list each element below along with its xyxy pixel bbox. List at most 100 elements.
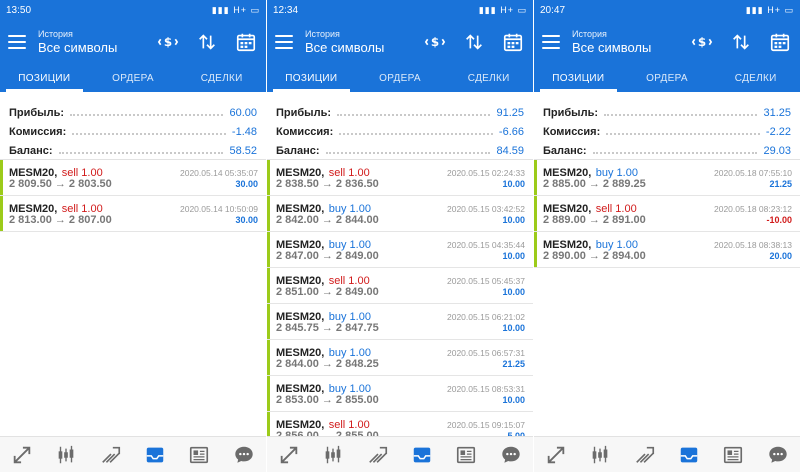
summary-label: Комиссия: xyxy=(543,126,601,138)
svg-text:$: $ xyxy=(164,35,172,49)
dotted-leader xyxy=(325,152,491,154)
toolbar-titles[interactable]: История Все символы xyxy=(305,28,408,56)
network-type: H+ xyxy=(500,4,514,15)
toolbar-titles[interactable]: История Все символы xyxy=(38,28,141,56)
page-subtitle: История xyxy=(572,29,607,39)
line-chart-icon[interactable] xyxy=(98,442,124,468)
list-item[interactable]: MESM20, buy 1.00 2020.05.15 06:57:31 2 844… xyxy=(267,340,533,376)
positions-list: MESM20, sell 1.00 2020.05.14 05:35:07 2 80… xyxy=(0,160,266,232)
status-icons: ▮▮▮ H+ ▭ xyxy=(212,5,260,16)
sort-icon[interactable] xyxy=(462,30,486,54)
news-icon[interactable] xyxy=(453,442,479,468)
candlestick-chart-icon[interactable] xyxy=(53,442,79,468)
dotted-leader xyxy=(592,152,758,154)
list-item[interactable]: MESM20, buy 1.00 2020.05.15 08:53:31 2 853… xyxy=(267,376,533,412)
line-chart-icon[interactable] xyxy=(365,442,391,468)
dotted-leader xyxy=(604,114,758,116)
currency-exchange-icon[interactable]: $ xyxy=(423,30,447,54)
menu-icon[interactable] xyxy=(275,35,293,49)
toolbar-titles[interactable]: История Все символы xyxy=(572,28,675,56)
inbox-history-icon[interactable] xyxy=(676,442,702,468)
deal-line-1: MESM20, sell 1.00 2020.05.14 10:50:09 xyxy=(9,199,258,215)
list-item[interactable]: MESM20, buy 1.00 2020.05.15 04:35:44 2 847… xyxy=(267,232,533,268)
deal-line-1: MESM20, sell 1.00 2020.05.14 05:35:07 xyxy=(9,163,258,179)
deal-time: 2020.05.15 05:45:37 xyxy=(447,276,525,286)
deal-line-1: MESM20, sell 1.00 2020.05.18 08:23:12 xyxy=(543,199,792,215)
deal-prices: 2 890.00 → 2 894.00 xyxy=(543,250,646,262)
chat-icon[interactable] xyxy=(231,442,257,468)
deal-prices: 2 844.00 → 2 848.25 xyxy=(276,358,379,370)
list-item[interactable]: MESM20, buy 1.00 2020.05.18 08:38:13 2 890… xyxy=(534,232,800,268)
trade-icon[interactable] xyxy=(9,442,35,468)
deal-prices: 2 889.00 → 2 891.00 xyxy=(543,214,646,226)
toolbar: История Все символы $ xyxy=(0,20,266,64)
list-item[interactable]: MESM20, buy 1.00 2020.05.15 03:42:52 2 842… xyxy=(267,196,533,232)
list-item[interactable]: MESM20, sell 1.00 2020.05.18 08:23:12 2 88… xyxy=(534,196,800,232)
calendar-icon[interactable] xyxy=(501,30,525,54)
svg-text:$: $ xyxy=(431,35,439,49)
deal-time: 2020.05.15 03:42:52 xyxy=(447,204,525,214)
chat-icon[interactable] xyxy=(498,442,524,468)
currency-exchange-icon[interactable]: $ xyxy=(156,30,180,54)
chat-icon[interactable] xyxy=(765,442,791,468)
deal-prices: 2 813.00 → 2 807.00 xyxy=(9,214,112,226)
deal-time: 2020.05.15 09:15:07 xyxy=(447,420,525,430)
tab-0[interactable]: ПОЗИЦИИ xyxy=(267,64,356,92)
candlestick-chart-icon[interactable] xyxy=(320,442,346,468)
inbox-history-icon[interactable] xyxy=(409,442,435,468)
sort-icon[interactable] xyxy=(729,30,753,54)
list-item[interactable]: MESM20, sell 1.00 2020.05.14 05:35:07 2 80… xyxy=(0,160,266,196)
tab-1[interactable]: ОРДЕРА xyxy=(89,64,178,92)
news-icon[interactable] xyxy=(186,442,212,468)
tab-0[interactable]: ПОЗИЦИИ xyxy=(534,64,623,92)
list-item[interactable]: MESM20, buy 1.00 2020.05.18 07:55:10 2 885… xyxy=(534,160,800,196)
tabs: ПОЗИЦИИ ОРДЕРА СДЕЛКИ xyxy=(534,64,800,92)
line-chart-icon[interactable] xyxy=(632,442,658,468)
list-item[interactable]: MESM20, sell 1.00 2020.05.15 02:24:33 2 83… xyxy=(267,160,533,196)
currency-exchange-icon[interactable]: $ xyxy=(690,30,714,54)
deal-profit: 10.00 xyxy=(502,215,525,225)
deal-profit: 30.00 xyxy=(235,215,258,225)
list-item[interactable]: MESM20, sell 1.00 2020.05.14 10:50:09 2 81… xyxy=(0,196,266,232)
network-type: H+ xyxy=(233,4,247,15)
inbox-history-icon[interactable] xyxy=(142,442,168,468)
tabs: ПОЗИЦИИ ОРДЕРА СДЕЛКИ xyxy=(0,64,266,92)
summary-label: Комиссия: xyxy=(9,126,67,138)
tab-2[interactable]: СДЕЛКИ xyxy=(177,64,266,92)
summary-row: Баланс: 29.03 xyxy=(543,138,791,157)
deal-profit: 21.25 xyxy=(769,179,792,189)
trade-icon[interactable] xyxy=(276,442,302,468)
tab-1[interactable]: ОРДЕРА xyxy=(623,64,712,92)
calendar-icon[interactable] xyxy=(768,30,792,54)
list-item[interactable]: MESM20, sell 1.00 2020.05.15 05:45:37 2 85… xyxy=(267,268,533,304)
deal-line-2: 2 851.00 → 2 849.00 10.00 xyxy=(276,286,525,301)
calendar-icon[interactable] xyxy=(234,30,258,54)
dotted-leader xyxy=(70,114,224,116)
deal-prices: 2 885.00 → 2 889.25 xyxy=(543,178,646,190)
page-subtitle: История xyxy=(38,29,73,39)
deal-time: 2020.05.18 07:55:10 xyxy=(714,168,792,178)
positions-list: MESM20, buy 1.00 2020.05.18 07:55:10 2 885… xyxy=(534,160,800,268)
tab-2[interactable]: СДЕЛКИ xyxy=(444,64,533,92)
tab-2[interactable]: СДЕЛКИ xyxy=(711,64,800,92)
menu-icon[interactable] xyxy=(542,35,560,49)
tabs: ПОЗИЦИИ ОРДЕРА СДЕЛКИ xyxy=(267,64,533,92)
summary-row: Прибыль: 31.25 xyxy=(543,100,791,119)
sort-icon[interactable] xyxy=(195,30,219,54)
tab-1[interactable]: ОРДЕРА xyxy=(356,64,445,92)
deal-line-1: MESM20, buy 1.00 2020.05.18 08:38:13 xyxy=(543,235,792,251)
news-icon[interactable] xyxy=(720,442,746,468)
summary-label: Баланс: xyxy=(276,145,320,157)
deal-prices: 2 845.75 → 2 847.75 xyxy=(276,322,379,334)
status-icons: ▮▮▮ H+ ▭ xyxy=(746,5,794,16)
tab-0[interactable]: ПОЗИЦИИ xyxy=(0,64,89,92)
app-bar: 20:47 ▮▮▮ H+ ▭ История Все символы $ ПОЗ… xyxy=(534,0,800,92)
trade-icon[interactable] xyxy=(543,442,569,468)
account-summary: Прибыль: 31.25 Комиссия: -2.22 Баланс: 29.03 xyxy=(534,92,800,160)
summary-row: Баланс: 58.52 xyxy=(9,138,257,157)
deal-prices: 2 842.00 → 2 844.00 xyxy=(276,214,379,226)
candlestick-chart-icon[interactable] xyxy=(587,442,613,468)
list-item[interactable]: MESM20, buy 1.00 2020.05.15 06:21:02 2 845… xyxy=(267,304,533,340)
menu-icon[interactable] xyxy=(8,35,26,49)
deal-line-2: 2 845.75 → 2 847.75 10.00 xyxy=(276,322,525,337)
